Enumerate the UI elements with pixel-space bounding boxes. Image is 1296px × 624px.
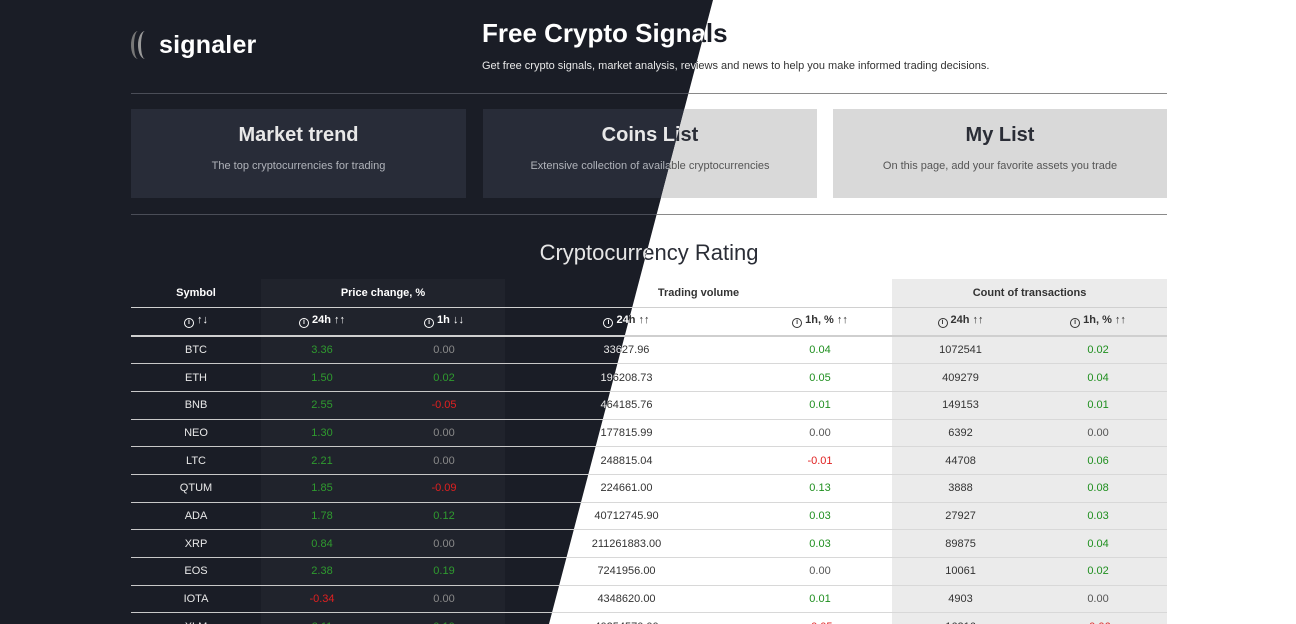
- header-count: Count of transactions: [892, 279, 1168, 308]
- cell-price-1h: 0.00: [383, 446, 505, 475]
- sort-icon: ↑↓: [197, 314, 208, 327]
- cell-symbol: XRP: [131, 529, 261, 558]
- cell-count-24h: 89875: [892, 529, 1030, 558]
- cell-count-1h: 0.00: [1029, 419, 1168, 448]
- header-symbol: Symbol: [131, 279, 261, 308]
- cell-symbol: BTC: [131, 336, 261, 365]
- cell-price-24h: 1.50: [261, 363, 383, 392]
- cell-volume-1h: -0.05: [748, 612, 893, 624]
- cell-price-1h: 0.00: [383, 419, 505, 448]
- cell-price-1h: 0.10: [383, 612, 505, 624]
- cell-price-1h: 0.12: [383, 502, 505, 531]
- cell-volume-1h: 0.01: [748, 585, 893, 614]
- cell-symbol: XLM: [131, 612, 261, 624]
- cell-count-24h: 10061: [892, 557, 1030, 586]
- cell-symbol: BNB: [131, 391, 261, 420]
- brand-name: signaler: [159, 30, 257, 59]
- cell-symbol: ADA: [131, 502, 261, 531]
- cell-symbol: QTUM: [131, 474, 261, 503]
- cell-symbol: LTC: [131, 446, 261, 475]
- header-price-change: Price change, %: [261, 279, 505, 308]
- cell-price-24h: -0.34: [261, 585, 383, 614]
- cell-count-24h: 3888: [892, 474, 1030, 503]
- cell-count-24h: 1072541: [892, 336, 1030, 365]
- cell-price-24h: 3.11: [261, 612, 383, 624]
- cell-price-1h: -0.05: [383, 391, 505, 420]
- cell-count-1h: 0.06: [1029, 446, 1168, 475]
- cell-count-24h: 27927: [892, 502, 1030, 531]
- cell-price-1h: 0.00: [383, 585, 505, 614]
- cell-price-1h: 0.02: [383, 363, 505, 392]
- cell-price-1h: 0.19: [383, 557, 505, 586]
- sort-count-24h[interactable]: i24h ↑↑: [892, 307, 1030, 337]
- cell-count-24h: 44708: [892, 446, 1030, 475]
- card-market-trend[interactable]: Market trend The top cryptocurrencies fo…: [131, 109, 466, 198]
- cell-count-1h: 0.02: [1029, 336, 1168, 365]
- cell-symbol: NEO: [131, 419, 261, 448]
- card-title: My List: [965, 124, 1035, 146]
- brand-logo[interactable]: signaler: [131, 28, 256, 62]
- cell-volume-1h: 0.03: [748, 529, 893, 558]
- cell-count-24h: 409279: [892, 363, 1030, 392]
- card-my-list[interactable]: My List On this page, add your favorite …: [833, 109, 1167, 198]
- cell-count-1h: 0.00: [1029, 585, 1168, 614]
- cell-count-1h: 0.04: [1029, 529, 1168, 558]
- screen: signaler Free Crypto Signals Get free cr…: [0, 0, 1296, 624]
- sort-price-1h[interactable]: i1h ↓↓: [383, 307, 505, 337]
- signal-icon: [131, 29, 153, 61]
- cell-price-1h: 0.00: [383, 336, 505, 365]
- sort-symbol[interactable]: i↑↓: [131, 307, 261, 337]
- cell-volume-1h: 0.01: [748, 391, 893, 420]
- cell-volume-1h: 0.00: [748, 557, 893, 586]
- sort-price-24h[interactable]: i24h ↑↑: [261, 307, 383, 337]
- cell-count-24h: 6392: [892, 419, 1030, 448]
- cell-count-1h: 0.02: [1029, 557, 1168, 586]
- cell-volume-1h: 0.05: [748, 363, 893, 392]
- info-icon: i: [792, 318, 803, 329]
- cell-count-24h: 4903: [892, 585, 1030, 614]
- cell-count-1h: 0.01: [1029, 391, 1168, 420]
- cell-count-24h: 149153: [892, 391, 1030, 420]
- cell-symbol: ETH: [131, 363, 261, 392]
- info-icon: i: [937, 318, 948, 329]
- cell-price-24h: 0.84: [261, 529, 383, 558]
- cell-count-1h: 0.04: [1029, 363, 1168, 392]
- cell-volume-1h: -0.01: [748, 446, 893, 475]
- card-desc: On this page, add your favorite assets y…: [882, 160, 1118, 172]
- cell-symbol: EOS: [131, 557, 261, 586]
- info-icon: i: [184, 318, 194, 329]
- cell-price-24h: 3.36: [261, 336, 383, 365]
- cell-symbol: IOTA: [131, 585, 261, 614]
- cell-price-24h: 1.30: [261, 419, 383, 448]
- cell-count-1h: 0.08: [1029, 474, 1168, 503]
- cell-price-24h: 2.21: [261, 446, 383, 475]
- cell-count-1h: 0.03: [1029, 502, 1168, 531]
- cell-count-24h: 16216: [892, 612, 1030, 624]
- cell-volume-1h: 0.00: [748, 419, 893, 448]
- sort-volume-1h[interactable]: i1h, % ↑↑: [748, 307, 893, 337]
- cell-volume-1h: 0.03: [748, 502, 893, 531]
- info-icon: i: [424, 318, 435, 329]
- cell-price-24h: 1.85: [261, 474, 383, 503]
- cell-volume-1h: 0.13: [748, 474, 893, 503]
- cell-price-24h: 1.78: [261, 502, 383, 531]
- cell-price-24h: 2.55: [261, 391, 383, 420]
- cell-volume-1h: 0.04: [748, 336, 893, 365]
- info-icon: i: [603, 318, 614, 329]
- card-title: Market trend: [238, 124, 359, 146]
- cell-price-1h: -0.09: [383, 474, 505, 503]
- cell-price-24h: 2.38: [261, 557, 383, 586]
- sort-count-1h[interactable]: i1h, % ↑↑: [1029, 307, 1168, 337]
- cell-price-1h: 0.00: [383, 529, 505, 558]
- card-desc: The top cryptocurrencies for trading: [211, 160, 386, 172]
- cell-count-1h: -0.06: [1029, 612, 1168, 624]
- info-icon: i: [298, 318, 309, 329]
- info-icon: i: [1070, 318, 1081, 329]
